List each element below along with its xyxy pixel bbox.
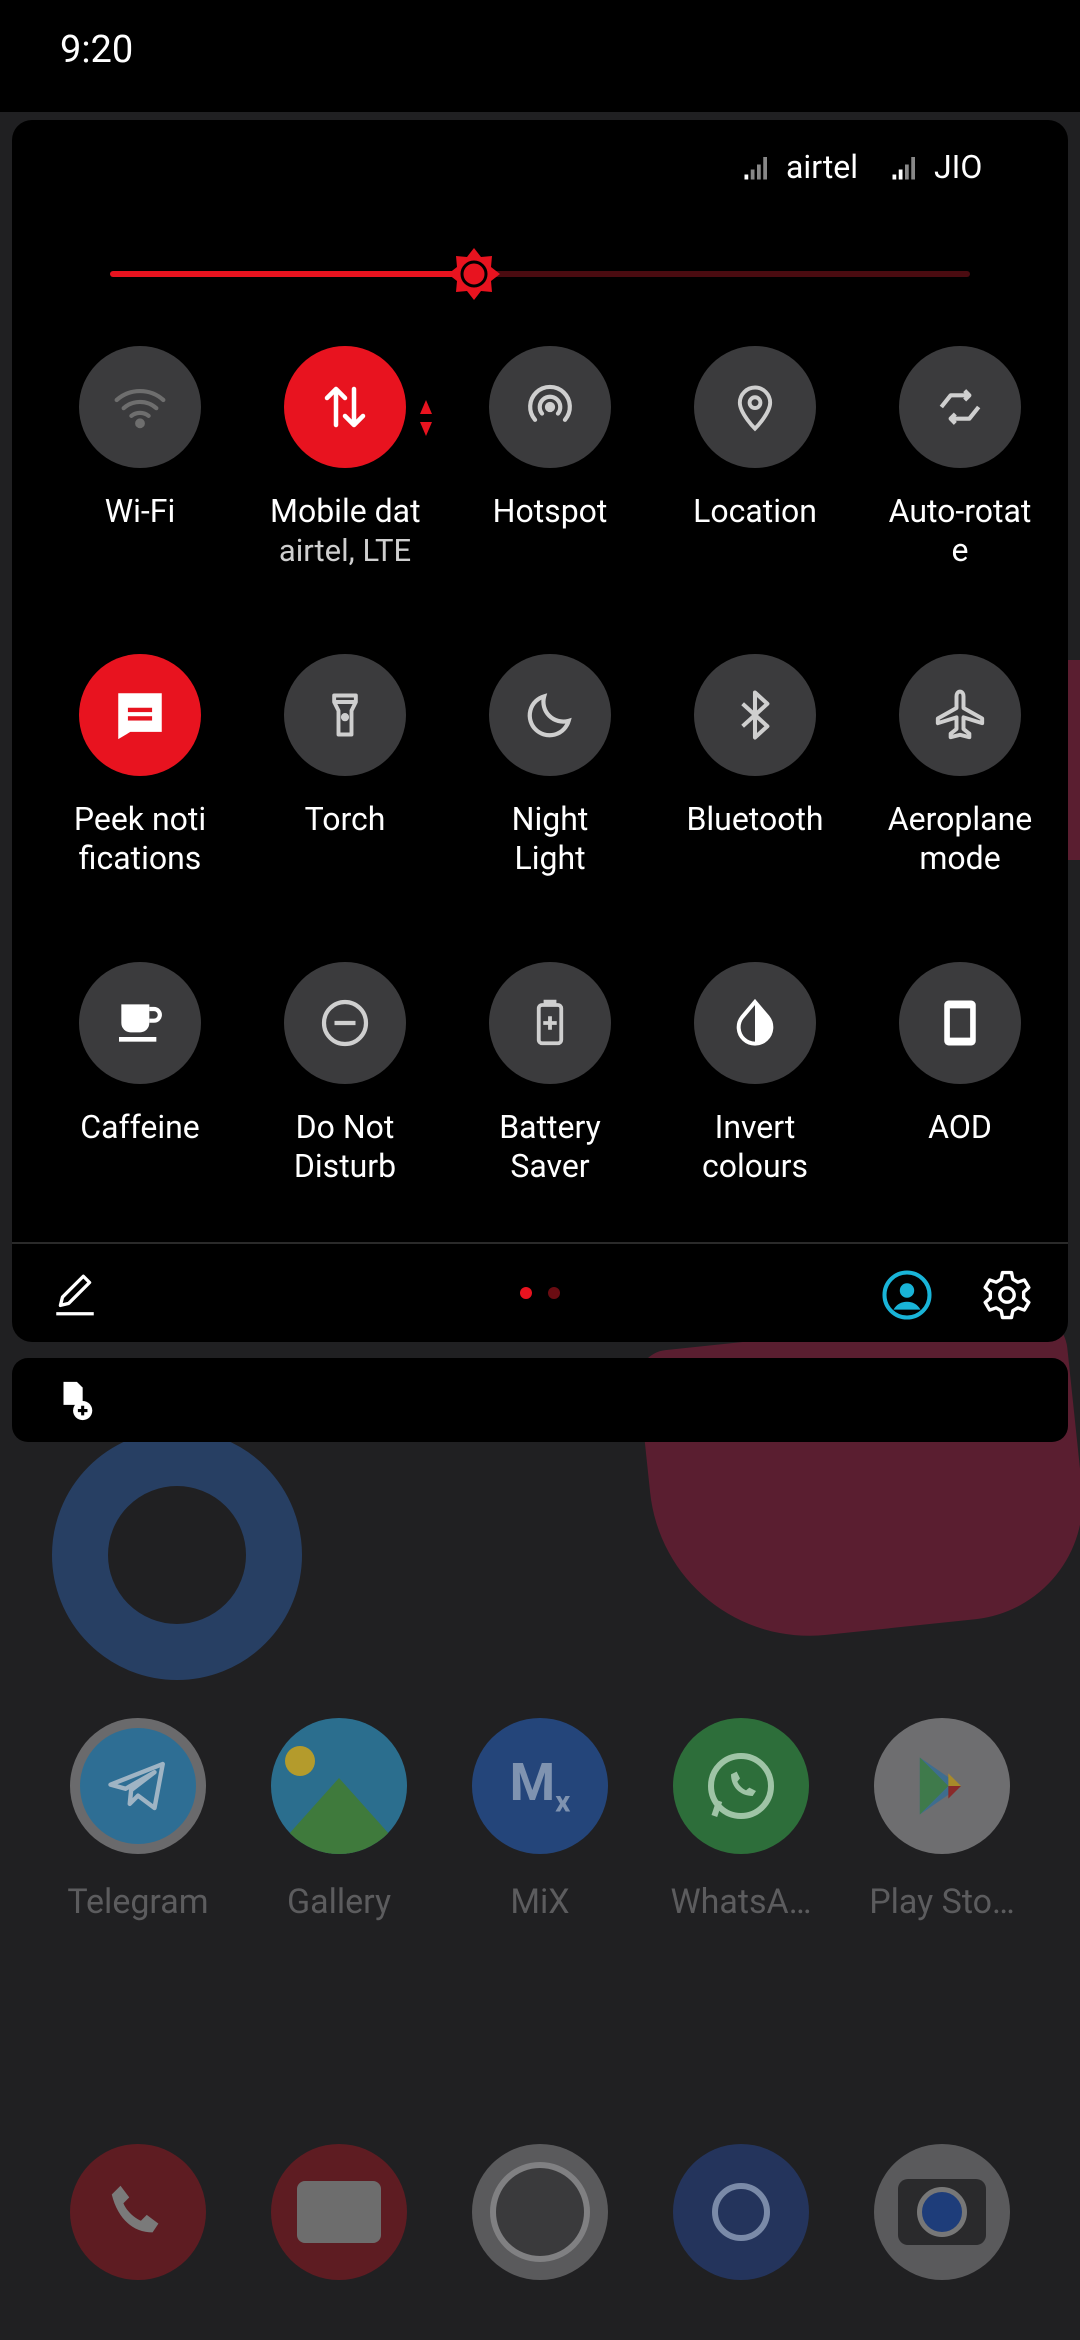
location-pin-icon [694, 346, 816, 468]
tile-torch[interactable]: Torch [242, 654, 448, 839]
bluetooth-icon [694, 654, 816, 776]
tile-label: Peek noti fications [73, 800, 207, 877]
tile-label: Torch [304, 800, 386, 838]
tile-do-not-disturb[interactable]: Do Not Disturb [242, 962, 448, 1186]
tile-label: Auto-rotat e [888, 492, 1032, 569]
tile-label: Caffeine [80, 1108, 200, 1146]
brightness-icon[interactable] [446, 246, 502, 302]
carrier-jio: JIO [890, 148, 982, 186]
data-activity-icon [420, 400, 432, 436]
brightness-track [474, 271, 970, 277]
play-store-icon [874, 1718, 1010, 1854]
tile-mobile-data[interactable]: Mobile dat airtel, LTE [242, 346, 448, 571]
rotate-icon [899, 346, 1021, 468]
tile-label: Invert colours [701, 1108, 809, 1185]
data-arrows-icon [284, 346, 406, 468]
tile-label: Wi-Fi [104, 492, 176, 530]
tile-bluetooth[interactable]: Bluetooth [652, 654, 858, 839]
phone-screen-icon [899, 962, 1021, 1084]
dock-chrome[interactable] [641, 2144, 841, 2280]
tile-label: Battery Saver [499, 1108, 601, 1185]
dock-messages[interactable] [239, 2144, 439, 2280]
signal-icon [744, 157, 767, 180]
panel-divider [12, 1242, 1068, 1244]
edit-icon[interactable] [50, 1270, 100, 1320]
carrier-airtel: airtel [742, 148, 858, 186]
app-gallery[interactable]: Gallery [239, 1718, 439, 1922]
wallpaper-ring [52, 1430, 302, 1680]
notification-strip[interactable] [12, 1358, 1068, 1442]
tile-night-light[interactable]: Night Light [447, 654, 653, 878]
battery-plus-icon [489, 962, 611, 1084]
dock-phone[interactable] [38, 2144, 238, 2280]
app-play-store[interactable]: Play Sto… [842, 1718, 1042, 1922]
user-icon[interactable] [880, 1268, 934, 1322]
whatsapp-icon [673, 1718, 809, 1854]
tile-label: Do Not Disturb [293, 1108, 397, 1185]
signal-icon [892, 157, 915, 180]
carrier-name: airtel [786, 148, 859, 186]
app-label: Telegram [67, 1882, 209, 1922]
tile-auto-rotate[interactable]: Auto-rotat e [857, 346, 1063, 570]
flashlight-icon [284, 654, 406, 776]
tile-label: Aeroplane mode [887, 800, 1033, 877]
tile-label: Bluetooth [686, 800, 824, 838]
dock-camera-app[interactable] [440, 2144, 640, 2280]
mix-icon: Mx [472, 1718, 608, 1854]
tile-label: Location [693, 492, 817, 530]
messages-icon [271, 2144, 407, 2280]
clock: 9:20 [60, 28, 134, 72]
chrome-icon [673, 2144, 809, 2280]
tile-battery-saver[interactable]: Battery Saver [447, 962, 653, 1186]
do-not-disturb-icon [284, 962, 406, 1084]
phone-icon [70, 2144, 206, 2280]
tile-invert-colours[interactable]: Invert colours [652, 962, 858, 1186]
carrier-name: JIO [934, 148, 983, 186]
airplane-icon [899, 654, 1021, 776]
moon-icon [489, 654, 611, 776]
quick-settings-panel: airtel JIO Wi-Fi Mobile dat airtel, LTE … [12, 120, 1068, 1342]
app-label: Gallery [286, 1882, 392, 1922]
brightness-track-filled [110, 271, 474, 277]
tile-hotspot[interactable]: Hotspot [447, 346, 653, 531]
app-mix[interactable]: Mx MiX [440, 1718, 640, 1922]
brightness-slider[interactable] [110, 244, 980, 304]
tile-label: Night Light [511, 800, 589, 877]
tile-label: AOD [928, 1108, 992, 1146]
tile-aod[interactable]: AOD [857, 962, 1063, 1147]
tile-aeroplane-mode[interactable]: Aeroplane mode [857, 654, 1063, 878]
app-label: WhatsA… [670, 1882, 812, 1922]
tile-sublabel: airtel, LTE [278, 532, 412, 569]
app-telegram[interactable]: Telegram [38, 1718, 238, 1922]
tile-caffeine[interactable]: Caffeine [37, 962, 243, 1147]
app-label: Play Sto… [869, 1882, 1015, 1922]
gallery-icon [271, 1718, 407, 1854]
invert-drop-icon [694, 962, 816, 1084]
tile-peek-notifications[interactable]: Peek noti fications [37, 654, 243, 878]
hotspot-icon [489, 346, 611, 468]
tile-label: Hotspot [492, 492, 608, 530]
tile-label: Mobile dat [270, 492, 420, 530]
camera-icon [874, 2144, 1010, 2280]
tile-location[interactable]: Location [652, 346, 858, 531]
wifi-icon [79, 346, 201, 468]
tile-wifi[interactable]: Wi-Fi [37, 346, 243, 531]
coffee-cup-icon [79, 962, 201, 1084]
page-indicator-active [520, 1287, 532, 1299]
page-indicator[interactable] [548, 1287, 560, 1299]
app-whatsapp[interactable]: WhatsA… [641, 1718, 841, 1922]
telegram-icon [70, 1718, 206, 1854]
message-icon [79, 654, 201, 776]
camera-app-icon [472, 2144, 608, 2280]
sd-card-add-icon [63, 1381, 93, 1421]
settings-gear-icon[interactable] [980, 1268, 1034, 1322]
dock-camera[interactable] [842, 2144, 1042, 2280]
status-bar: 9:20 [0, 0, 1080, 112]
app-label: MiX [510, 1882, 570, 1922]
